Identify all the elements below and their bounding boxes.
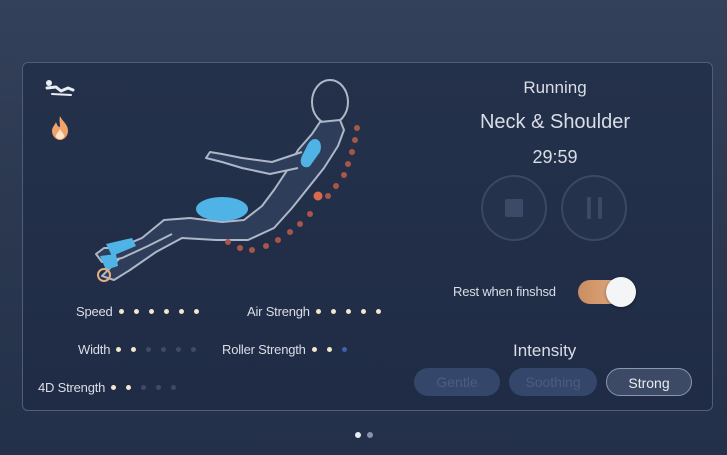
setting-4d-strength: 4D Strength xyxy=(38,380,186,395)
level-dot[interactable] xyxy=(360,309,366,314)
level-dot[interactable] xyxy=(341,347,347,352)
level-dot[interactable] xyxy=(146,347,152,352)
body-massage-diagram xyxy=(72,70,382,295)
level-dot[interactable] xyxy=(141,385,147,390)
head-outline xyxy=(311,79,349,125)
level-dot[interactable] xyxy=(330,309,336,314)
level-dot[interactable] xyxy=(163,309,169,314)
setting-label: Roller Strength xyxy=(222,342,306,357)
level-dot[interactable] xyxy=(116,347,122,352)
setting-label: Air Strengh xyxy=(247,304,310,319)
intensity-title: Intensity xyxy=(513,341,577,360)
stop-icon xyxy=(505,199,523,217)
stop-button[interactable] xyxy=(481,175,547,241)
active-roller-dot xyxy=(313,191,323,201)
pause-icon xyxy=(586,197,602,219)
toggle-knob xyxy=(606,277,636,307)
setting-label: Speed xyxy=(76,304,113,319)
rest-toggle-label: Rest when finshsd xyxy=(453,284,556,299)
level-dot[interactable] xyxy=(345,309,351,314)
status-label: Running xyxy=(523,78,587,97)
level-dot[interactable] xyxy=(326,347,332,352)
setting-roller-strength: Roller Strength xyxy=(222,342,357,357)
thigh-zone xyxy=(196,197,248,221)
setting-air-strength: Air Strengh xyxy=(247,304,391,319)
countdown-timer: 29:59 xyxy=(532,147,578,167)
setting-label: Width xyxy=(78,342,111,357)
mode-strong-button[interactable]: Strong xyxy=(606,368,692,396)
flame-icon[interactable] xyxy=(49,115,71,141)
page-indicator xyxy=(355,432,373,438)
level-dot[interactable] xyxy=(311,347,317,352)
level-dot[interactable] xyxy=(193,309,199,314)
level-dot[interactable] xyxy=(126,385,132,390)
level-dot[interactable] xyxy=(191,347,197,352)
pause-button[interactable] xyxy=(561,175,627,241)
arm-outline xyxy=(205,151,303,175)
program-name: Neck & Shoulder xyxy=(479,111,631,133)
level-dot[interactable] xyxy=(148,309,154,314)
rest-toggle[interactable] xyxy=(578,277,636,307)
level-dot[interactable] xyxy=(315,309,321,314)
level-dot[interactable] xyxy=(156,385,162,390)
level-dot[interactable] xyxy=(131,347,137,352)
setting-width: Width xyxy=(78,342,206,357)
mode-gentle-button[interactable]: Gentle xyxy=(414,368,500,396)
level-dot[interactable] xyxy=(176,347,182,352)
page-dot-active[interactable] xyxy=(355,432,361,438)
level-dot[interactable] xyxy=(178,309,184,314)
setting-speed: Speed xyxy=(76,304,209,319)
setting-label: 4D Strength xyxy=(38,380,106,395)
level-dot[interactable] xyxy=(118,309,124,314)
level-dot[interactable] xyxy=(171,385,177,390)
level-dot[interactable] xyxy=(375,309,381,314)
mode-soothing-button[interactable]: Soothing xyxy=(509,368,597,396)
level-dot[interactable] xyxy=(133,309,139,314)
level-dot[interactable] xyxy=(161,347,167,352)
level-dot[interactable] xyxy=(111,385,117,390)
page-dot[interactable] xyxy=(367,432,373,438)
